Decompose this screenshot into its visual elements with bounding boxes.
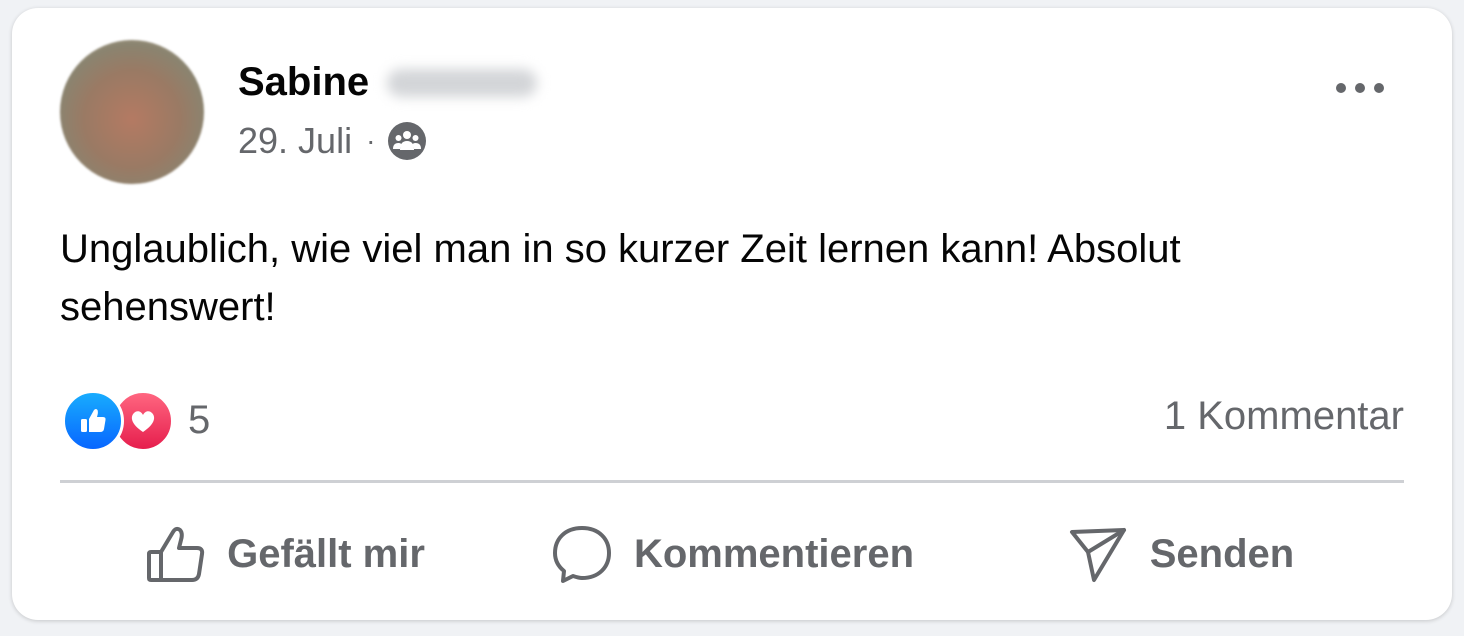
like-button-label: Gefällt mir [227, 531, 425, 576]
post-text: Unglaublich, wie viel man in so kurzer Z… [60, 227, 1181, 329]
like-button[interactable]: Gefällt mir [60, 504, 508, 604]
author-row: Sabine [238, 60, 538, 105]
group-icon [387, 121, 427, 161]
post-card: Sabine 29. Juli · Unglaublich, wie viel … [12, 8, 1452, 620]
send-button[interactable]: Senden [956, 504, 1404, 604]
post-date[interactable]: 29. Juli [238, 120, 352, 162]
blurred-surname [387, 68, 538, 97]
divider [60, 480, 1404, 483]
thumbs-up-icon [147, 526, 205, 582]
action-bar: Gefällt mir Kommentieren Senden [60, 504, 1404, 604]
post-meta: 29. Juli · [238, 120, 427, 162]
comments-count[interactable]: 1 Kommentar [1164, 394, 1404, 439]
like-icon [62, 390, 124, 452]
more-options-icon[interactable] [1332, 74, 1388, 102]
avatar[interactable] [60, 40, 204, 184]
comment-bubble-icon [552, 526, 611, 583]
comment-button-label: Kommentieren [633, 531, 915, 576]
meta-separator: · [366, 125, 376, 156]
reactions-summary[interactable]: 5 [62, 390, 210, 452]
author-name[interactable]: Sabine [238, 60, 369, 105]
reaction-icons [62, 390, 174, 452]
reaction-count[interactable]: 5 [188, 398, 210, 443]
send-icon [1069, 528, 1126, 582]
comment-button[interactable]: Kommentieren [508, 504, 956, 604]
send-button-label: Senden [1149, 531, 1295, 576]
